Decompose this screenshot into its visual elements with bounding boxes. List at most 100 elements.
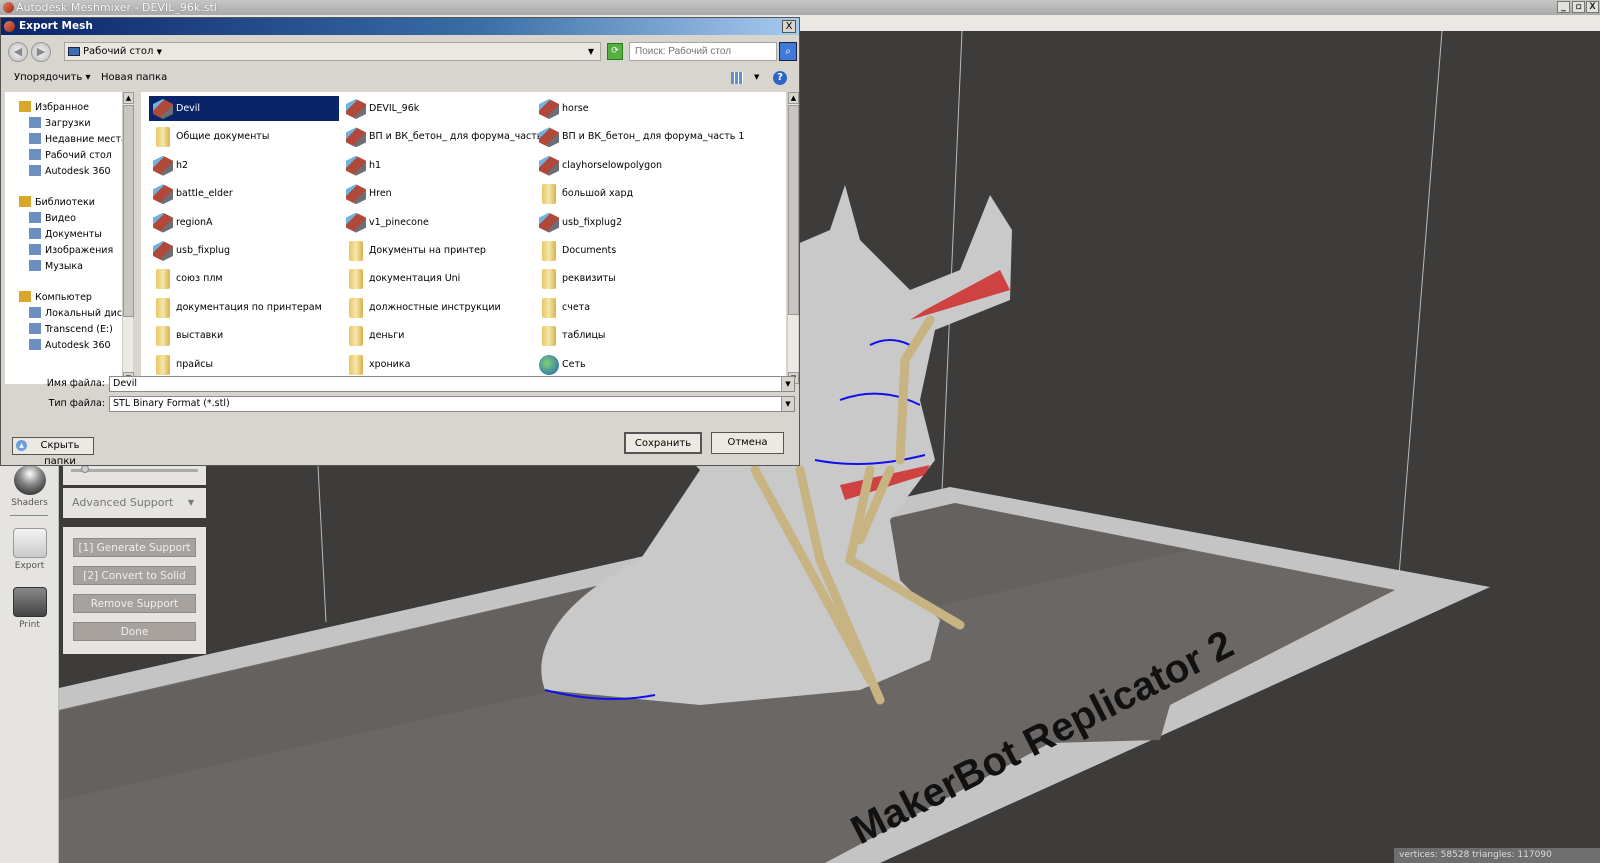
file-item[interactable]: документация Uni — [342, 266, 532, 291]
file-name: Документы на принтер — [369, 245, 486, 256]
file-item[interactable]: battle_elder — [149, 181, 339, 206]
nav-item[interactable]: Transcend (E:) — [29, 323, 113, 335]
slider-panel — [63, 465, 206, 485]
file-name: большой хард — [562, 188, 634, 200]
search-input[interactable] — [629, 42, 777, 61]
file-item[interactable]: h2 — [149, 153, 339, 178]
hide-folders-button[interactable]: ▲ Скрыть папки — [12, 437, 94, 467]
nav-item[interactable]: Autodesk 360 — [29, 339, 111, 351]
export-tool[interactable]: Export — [0, 528, 59, 571]
help-icon[interactable]: ? — [773, 71, 787, 85]
nav-item[interactable]: Изображения — [29, 244, 113, 256]
search-icon[interactable]: ⌕ — [779, 42, 797, 61]
file-item[interactable]: DEVIL_96k — [342, 96, 532, 121]
nav-item[interactable]: Рабочий стол — [29, 149, 112, 161]
support-mode-dropdown[interactable]: Advanced Support ▼ — [63, 488, 206, 518]
organize-button[interactable]: Упорядочить ▾ — [14, 72, 90, 83]
file-name: Сеть — [562, 358, 586, 370]
slider-handle[interactable] — [81, 465, 89, 473]
file-item[interactable]: regionA — [149, 210, 339, 235]
file-item[interactable]: Devil — [149, 96, 339, 121]
address-bar[interactable]: Рабочий стол ▼ ▼ — [64, 42, 601, 61]
file-item[interactable]: счета — [535, 295, 725, 320]
file-item[interactable]: реквизиты — [535, 266, 725, 291]
filename-field[interactable]: Devil ▼ — [109, 376, 795, 392]
new-folder-button[interactable]: Новая папка — [101, 72, 167, 83]
cancel-button[interactable]: Отмена — [711, 432, 784, 454]
generate-support-button[interactable]: [1] Generate Support — [73, 538, 196, 557]
nav-item[interactable]: Недавние места — [29, 133, 127, 145]
nav-item[interactable]: Библиотеки — [19, 196, 95, 208]
nav-item-label: Загрузки — [45, 118, 91, 129]
file-item[interactable]: деньги — [342, 323, 532, 348]
file-item[interactable]: должностные инструкции — [342, 295, 532, 320]
restore-button[interactable]: ▫ — [1572, 1, 1585, 13]
folder-icon — [156, 297, 170, 318]
convert-to-solid-button[interactable]: [2] Convert to Solid — [73, 566, 196, 585]
file-item[interactable]: ВП и ВК_бетон_ для форума_часть 1 — [535, 124, 744, 149]
dialog-title: Export Mesh — [19, 20, 93, 32]
filename-dropdown[interactable]: ▼ — [781, 377, 794, 391]
file-item[interactable]: clayhorselowpolygon — [535, 153, 725, 178]
file-item[interactable]: хроника — [342, 352, 532, 377]
nav-item[interactable]: Избранное — [19, 101, 89, 113]
refresh-icon[interactable]: ⟳ — [607, 43, 623, 60]
back-button[interactable]: ◀ — [8, 42, 28, 62]
filetype-select[interactable]: STL Binary Format (*.stl) ▼ — [109, 396, 795, 412]
file-item[interactable]: Общие документы — [149, 124, 339, 149]
shaders-tool[interactable]: Shaders — [0, 465, 59, 508]
file-item[interactable]: Documents — [535, 238, 725, 263]
file-item[interactable]: большой хард — [535, 181, 725, 206]
network-icon — [539, 354, 559, 375]
nav-item[interactable]: Видео — [29, 212, 76, 224]
file-name: прайсы — [176, 358, 213, 370]
dialog-toolbar: Упорядочить ▾ Новая папка — [1, 66, 799, 92]
nav-scrollbar[interactable]: ▲▼ — [122, 92, 134, 384]
file-item[interactable]: usb_fixplug2 — [535, 210, 725, 235]
remove-support-button[interactable]: Remove Support — [73, 594, 196, 613]
view-dropdown-icon[interactable]: ▼ — [754, 73, 759, 81]
print-tool[interactable]: Print — [0, 587, 59, 630]
nav-item[interactable]: Загрузки — [29, 117, 91, 129]
view-options-icon[interactable] — [731, 72, 743, 84]
file-item[interactable]: v1_pinecone — [342, 210, 532, 235]
nav-item[interactable]: Документы — [29, 228, 102, 240]
nav-item-label: Библиотеки — [35, 197, 95, 208]
nav-item[interactable]: Локальный диск ( — [29, 307, 135, 319]
file-list: Devil DEVIL_96k horse Общие документы ВП и В… — [141, 92, 786, 384]
minimize-button[interactable]: _ — [1557, 1, 1570, 13]
file-item[interactable]: документация по принтерам — [149, 295, 339, 320]
file-item[interactable]: horse — [535, 96, 725, 121]
file-list-scrollbar[interactable]: ▲▼ — [787, 92, 799, 384]
app-title: Autodesk Meshmixer - DEVIL_96k.stl — [16, 1, 217, 14]
file-item[interactable]: таблицы — [535, 323, 725, 348]
file-item[interactable]: Документы на принтер — [342, 238, 532, 263]
folder-icon — [349, 297, 363, 318]
forward-button[interactable]: ▶ — [31, 42, 51, 62]
nav-item[interactable]: Музыка — [29, 260, 83, 272]
nav-item[interactable]: Autodesk 360 — [29, 165, 111, 177]
file-item[interactable]: ВП и ВК_бетон_ для форума_часть 2 — [342, 124, 551, 149]
file-name: Documents — [562, 245, 617, 256]
file-name: счета — [562, 301, 591, 313]
address-history-dropdown[interactable]: ▼ — [588, 43, 594, 60]
file-item[interactable]: usb_fixplug — [149, 238, 339, 263]
nav-item[interactable]: Компьютер — [19, 291, 92, 303]
file-item[interactable]: Hren — [342, 181, 532, 206]
mesh-file-icon — [539, 99, 559, 119]
dialog-close-button[interactable]: X — [782, 20, 796, 33]
file-item[interactable]: выставки — [149, 323, 339, 348]
address-value: Рабочий стол — [83, 46, 154, 57]
file-name: Hren — [369, 188, 392, 200]
file-name: h2 — [176, 159, 189, 171]
file-item[interactable]: h1 — [342, 153, 532, 178]
folder-icon — [542, 269, 556, 290]
save-button[interactable]: Сохранить — [624, 432, 702, 454]
close-app-button[interactable]: X — [1586, 1, 1599, 13]
done-button[interactable]: Done — [73, 622, 196, 641]
slider-track[interactable] — [71, 469, 198, 472]
file-item[interactable]: прайсы — [149, 352, 339, 377]
filetype-dropdown[interactable]: ▼ — [781, 397, 794, 411]
file-item[interactable]: союз плм — [149, 266, 339, 291]
file-item[interactable]: Сеть — [535, 352, 725, 377]
